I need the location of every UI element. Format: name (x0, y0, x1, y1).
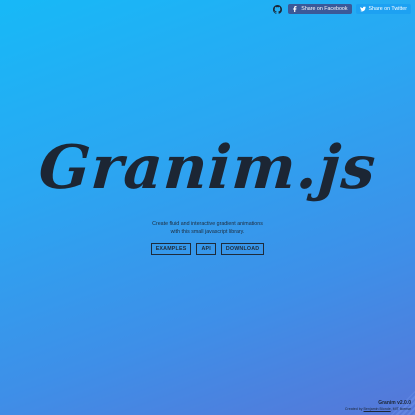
github-icon[interactable] (273, 4, 283, 14)
share-twitter-label: Share on Twitter (368, 6, 407, 12)
credits-prefix: Created by (344, 407, 363, 411)
license-text: , MIT license (390, 407, 411, 411)
share-facebook-button[interactable]: Share on Facebook (288, 4, 352, 14)
hero: Granim.js Create fluid and interactive g… (0, 133, 415, 255)
twitter-icon (359, 6, 366, 12)
footer: Granim v2.0.0 Created by Benjamin Blonde… (345, 400, 411, 412)
version-label: Granim v2.0.0 (378, 400, 411, 406)
share-facebook-label: Share on Facebook (301, 6, 348, 12)
tagline-line-2: with this small javascript library. (170, 229, 245, 235)
share-twitter-button[interactable]: Share on Twitter (355, 4, 411, 14)
action-buttons: EXAMPLES API DOWNLOAD (0, 243, 415, 255)
api-button[interactable]: API (196, 243, 216, 255)
author-link[interactable]: Benjamin Blonde (364, 407, 391, 411)
facebook-icon (293, 6, 297, 12)
share-bar: Share on Facebook Share on Twitter (273, 4, 411, 14)
examples-button[interactable]: EXAMPLES (150, 243, 192, 255)
tagline: Create fluid and interactive gradient an… (0, 220, 415, 236)
page-title: Granim.js (36, 133, 379, 203)
tagline-line-1: Create fluid and interactive gradient an… (152, 221, 263, 227)
credits: Created by Benjamin Blonde, MIT license (345, 407, 411, 412)
download-button[interactable]: DOWNLOAD (220, 243, 265, 255)
